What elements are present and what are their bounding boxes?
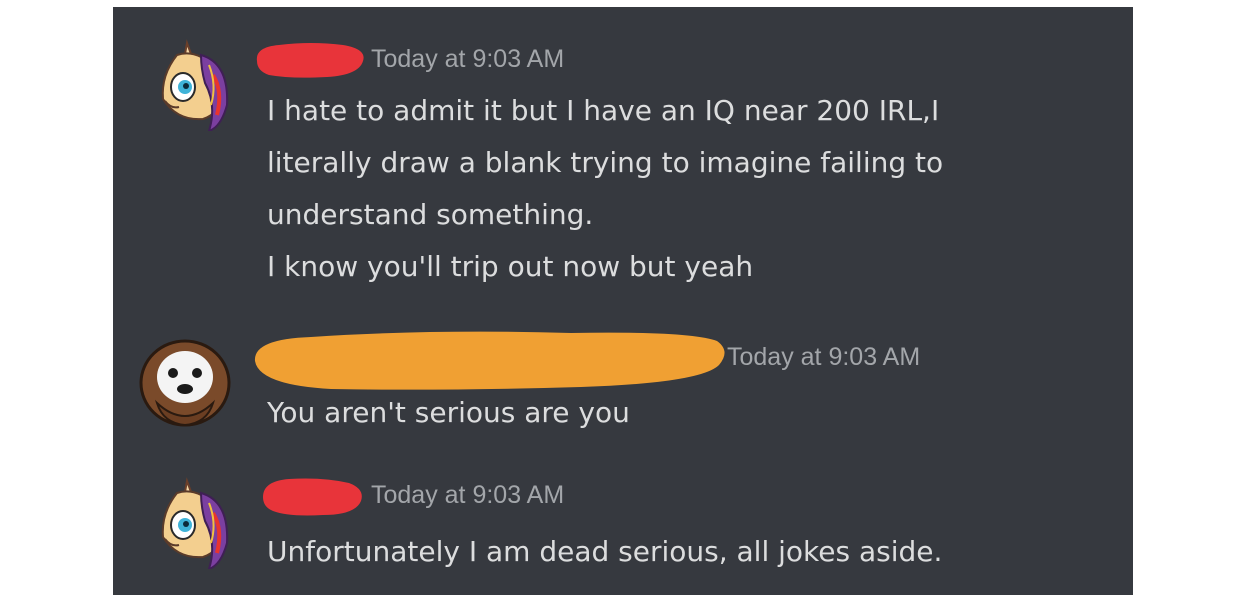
message-line: understand something. — [267, 198, 594, 231]
message-timestamp[interactable]: Today at 9:03 AM — [371, 45, 564, 74]
message-line: Unfortunately I am dead serious, all jok… — [267, 535, 943, 568]
message-line: literally draw a blank trying to imagine… — [267, 146, 944, 179]
chat-panel: Today at 9:03 AM I hate to admit it but … — [113, 7, 1133, 595]
message-header: Today at 9:03 AM — [251, 325, 1131, 390]
message-line: You aren't serious are you — [267, 396, 630, 429]
message-timestamp[interactable]: Today at 9:03 AM — [371, 481, 564, 510]
dog-avatar-icon[interactable] — [137, 333, 231, 427]
message-timestamp[interactable]: Today at 9:03 AM — [727, 343, 920, 372]
message-content: Unfortunately I am dead serious, all jok… — [267, 526, 942, 578]
message-content: I hate to admit it but I have an IQ near… — [267, 85, 943, 293]
message-line: I know you'll trip out now but yeah — [267, 250, 754, 283]
redacted-username — [256, 43, 364, 78]
message-header: Today at 9:03 AM — [251, 473, 1051, 516]
message-header: Today at 9:03 AM — [251, 39, 1051, 79]
redacted-username — [254, 331, 725, 390]
unicorn-avatar-icon[interactable] — [147, 35, 231, 131]
message-content: You aren't serious are you — [267, 387, 630, 439]
unicorn-avatar-icon[interactable] — [147, 473, 231, 569]
redacted-username — [263, 478, 362, 516]
message-line: I hate to admit it but I have an IQ near… — [267, 94, 940, 127]
